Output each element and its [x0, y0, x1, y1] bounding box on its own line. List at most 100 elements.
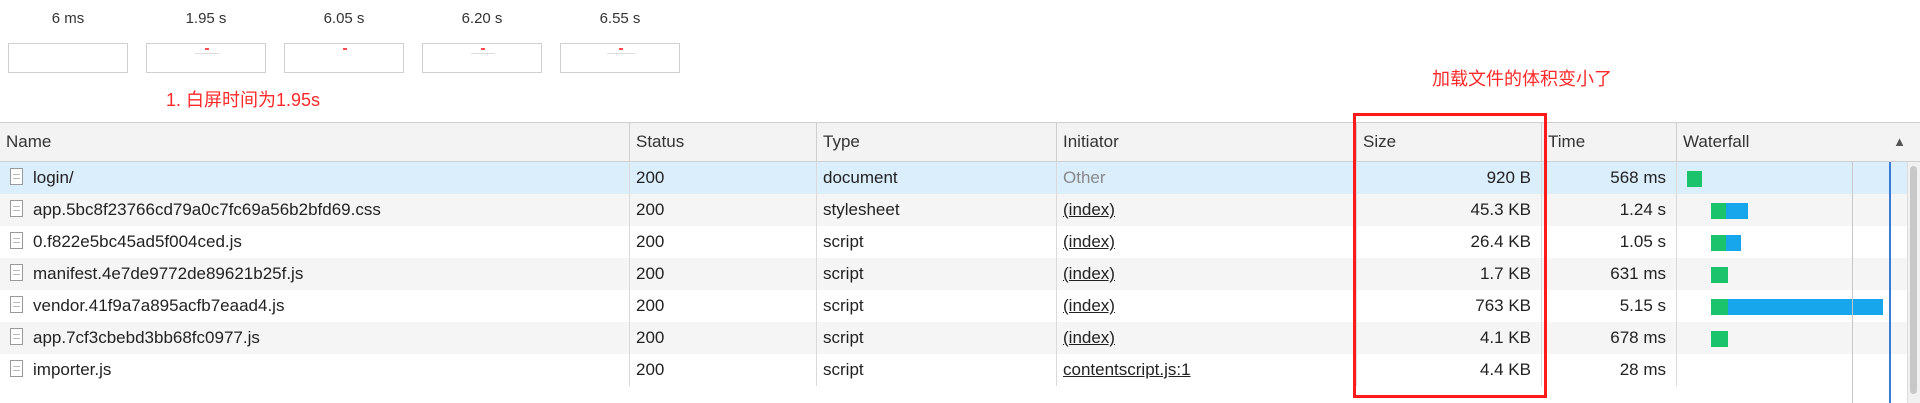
cell-status: 200: [630, 354, 817, 386]
cell-time: 568 ms: [1542, 162, 1677, 194]
waterfall-download-bar: [1728, 299, 1883, 315]
table-row[interactable]: app.7cf3cbebd3bb68fc0977.js 200 script (ind…: [0, 322, 1920, 354]
waterfall-wait-bar: [1711, 299, 1728, 315]
sort-ascending-icon[interactable]: ▲: [1893, 123, 1906, 161]
waterfall-cell: [1677, 354, 1892, 386]
frame-thumbnail: [8, 43, 128, 73]
network-request-table: Name Status Type Initiator Size Time Wat…: [0, 122, 1920, 403]
cell-type: stylesheet: [817, 194, 1057, 226]
column-header-name[interactable]: Name: [0, 123, 630, 161]
cell-type: script: [817, 322, 1057, 354]
waterfall-cell: [1677, 226, 1892, 258]
initiator-link[interactable]: (index): [1063, 296, 1115, 315]
filmstrip-frame[interactable]: 6.20 s: [422, 10, 542, 73]
annotation-white-screen: 1. 白屏时间为1.95s: [166, 90, 321, 110]
thumb-mark: [607, 53, 635, 54]
initiator-link[interactable]: (index): [1063, 200, 1115, 219]
vertical-scrollbar[interactable]: [1907, 162, 1920, 403]
column-header-type[interactable]: Type: [817, 123, 1057, 161]
table-row[interactable]: vendor.41f9a7a895acfb7eaad4.js 200 script (…: [0, 290, 1920, 322]
filmstrip-frame[interactable]: 1.95 s: [146, 10, 266, 73]
cell-time: 28 ms: [1542, 354, 1677, 386]
cell-initiator[interactable]: contentscript.js:1: [1057, 354, 1357, 386]
waterfall-dom-loaded-line: [1889, 162, 1891, 403]
table-row[interactable]: login/200 document Other 920 B 568 ms: [0, 162, 1920, 194]
request-name: app.5bc8f23766cd79a0c7fc69a56b2bfd69.css: [33, 200, 381, 219]
initiator-link[interactable]: (index): [1063, 264, 1115, 283]
column-header-initiator[interactable]: Initiator: [1057, 123, 1357, 161]
frame-time: 6.55 s: [599, 10, 641, 27]
cell-initiator: Other: [1057, 162, 1357, 194]
table-row[interactable]: importer.js 200 script contentscript.js:1 4.…: [0, 354, 1920, 386]
cell-initiator[interactable]: (index): [1057, 226, 1357, 258]
cell-name: manifest.4e7de9772de89621b25f.js: [0, 258, 630, 290]
cell-initiator[interactable]: (index): [1057, 194, 1357, 226]
scrollbar-thumb[interactable]: [1910, 166, 1917, 394]
file-icon: [10, 264, 23, 282]
filmstrip-frame[interactable]: 6 ms: [8, 10, 128, 73]
cell-status: 200: [630, 226, 817, 258]
file-icon: [10, 200, 23, 218]
frame-time: 6 ms: [51, 10, 85, 27]
initiator-link[interactable]: (index): [1063, 232, 1115, 251]
cell-type: script: [817, 258, 1057, 290]
waterfall-download-bar: [1726, 235, 1741, 251]
table-row[interactable]: manifest.4e7de9772de89621b25f.js 200 scrip…: [0, 258, 1920, 290]
cell-time: 5.15 s: [1542, 290, 1677, 322]
cell-type: script: [817, 354, 1057, 386]
file-icon: [10, 328, 23, 346]
waterfall-cell: [1677, 290, 1892, 322]
screenshot-filmstrip: 6 ms 1.95 s 6.05 s 6.20 s 6.55 s 1. 白屏时间…: [0, 0, 1920, 122]
size-column-highlight: [1353, 113, 1547, 398]
annotation-size-note: 加载文件的体积变小了: [1432, 69, 1612, 89]
cell-name: 0.f822e5bc45ad5f004ced.js: [0, 226, 630, 258]
request-name: vendor.41f9a7a895acfb7eaad4.js: [33, 296, 285, 315]
column-header-waterfall-label: Waterfall: [1683, 132, 1750, 151]
waterfall-wait-bar: [1687, 171, 1702, 187]
request-name: login/: [33, 168, 74, 187]
initiator-link[interactable]: (index): [1063, 328, 1115, 347]
table-row[interactable]: app.5bc8f23766cd79a0c7fc69a56b2bfd69.css…: [0, 194, 1920, 226]
cell-name: importer.js: [0, 354, 630, 386]
cell-type: script: [817, 290, 1057, 322]
waterfall-wait-bar: [1711, 203, 1726, 219]
cell-time: 1.05 s: [1542, 226, 1677, 258]
column-header-time[interactable]: Time: [1542, 123, 1677, 161]
thumb-mark: [471, 53, 495, 54]
thumb-mark: [343, 48, 347, 50]
frame-time: 6.05 s: [323, 10, 365, 27]
thumb-mark: [205, 48, 209, 50]
table-row[interactable]: 0.f822e5bc45ad5f004ced.js 200 script (index…: [0, 226, 1920, 258]
cell-type: script: [817, 226, 1057, 258]
initiator-link[interactable]: contentscript.js:1: [1063, 360, 1191, 379]
frame-thumbnail: [560, 43, 680, 73]
cell-initiator[interactable]: (index): [1057, 322, 1357, 354]
cell-name: vendor.41f9a7a895acfb7eaad4.js: [0, 290, 630, 322]
cell-initiator[interactable]: (index): [1057, 258, 1357, 290]
waterfall-download-bar: [1726, 203, 1748, 219]
cell-initiator[interactable]: (index): [1057, 290, 1357, 322]
request-name: 0.f822e5bc45ad5f004ced.js: [33, 232, 242, 251]
filmstrip-frame[interactable]: 6.05 s: [284, 10, 404, 73]
waterfall-wait-bar: [1711, 235, 1726, 251]
request-name: manifest.4e7de9772de89621b25f.js: [33, 264, 304, 283]
waterfall-cell: [1677, 322, 1892, 354]
cell-status: 200: [630, 194, 817, 226]
thumb-mark: [619, 48, 623, 50]
request-name: importer.js: [33, 360, 112, 379]
cell-status: 200: [630, 290, 817, 322]
table-body: login/200 document Other 920 B 568 ms app.5bc…: [0, 162, 1920, 386]
frame-thumbnail: [146, 43, 266, 73]
file-icon: [10, 232, 23, 250]
request-name: app.7cf3cbebd3bb68fc0977.js: [33, 328, 260, 347]
file-icon: [10, 360, 23, 378]
file-icon: [10, 168, 23, 186]
cell-time: 1.24 s: [1542, 194, 1677, 226]
waterfall-marker-line: [1852, 162, 1853, 403]
cell-status: 200: [630, 322, 817, 354]
column-header-status[interactable]: Status: [630, 123, 817, 161]
column-header-waterfall[interactable]: Waterfall ▲: [1677, 123, 1920, 161]
filmstrip-frame[interactable]: 6.55 s: [560, 10, 680, 73]
cell-status: 200: [630, 162, 817, 194]
file-icon: [10, 296, 23, 314]
